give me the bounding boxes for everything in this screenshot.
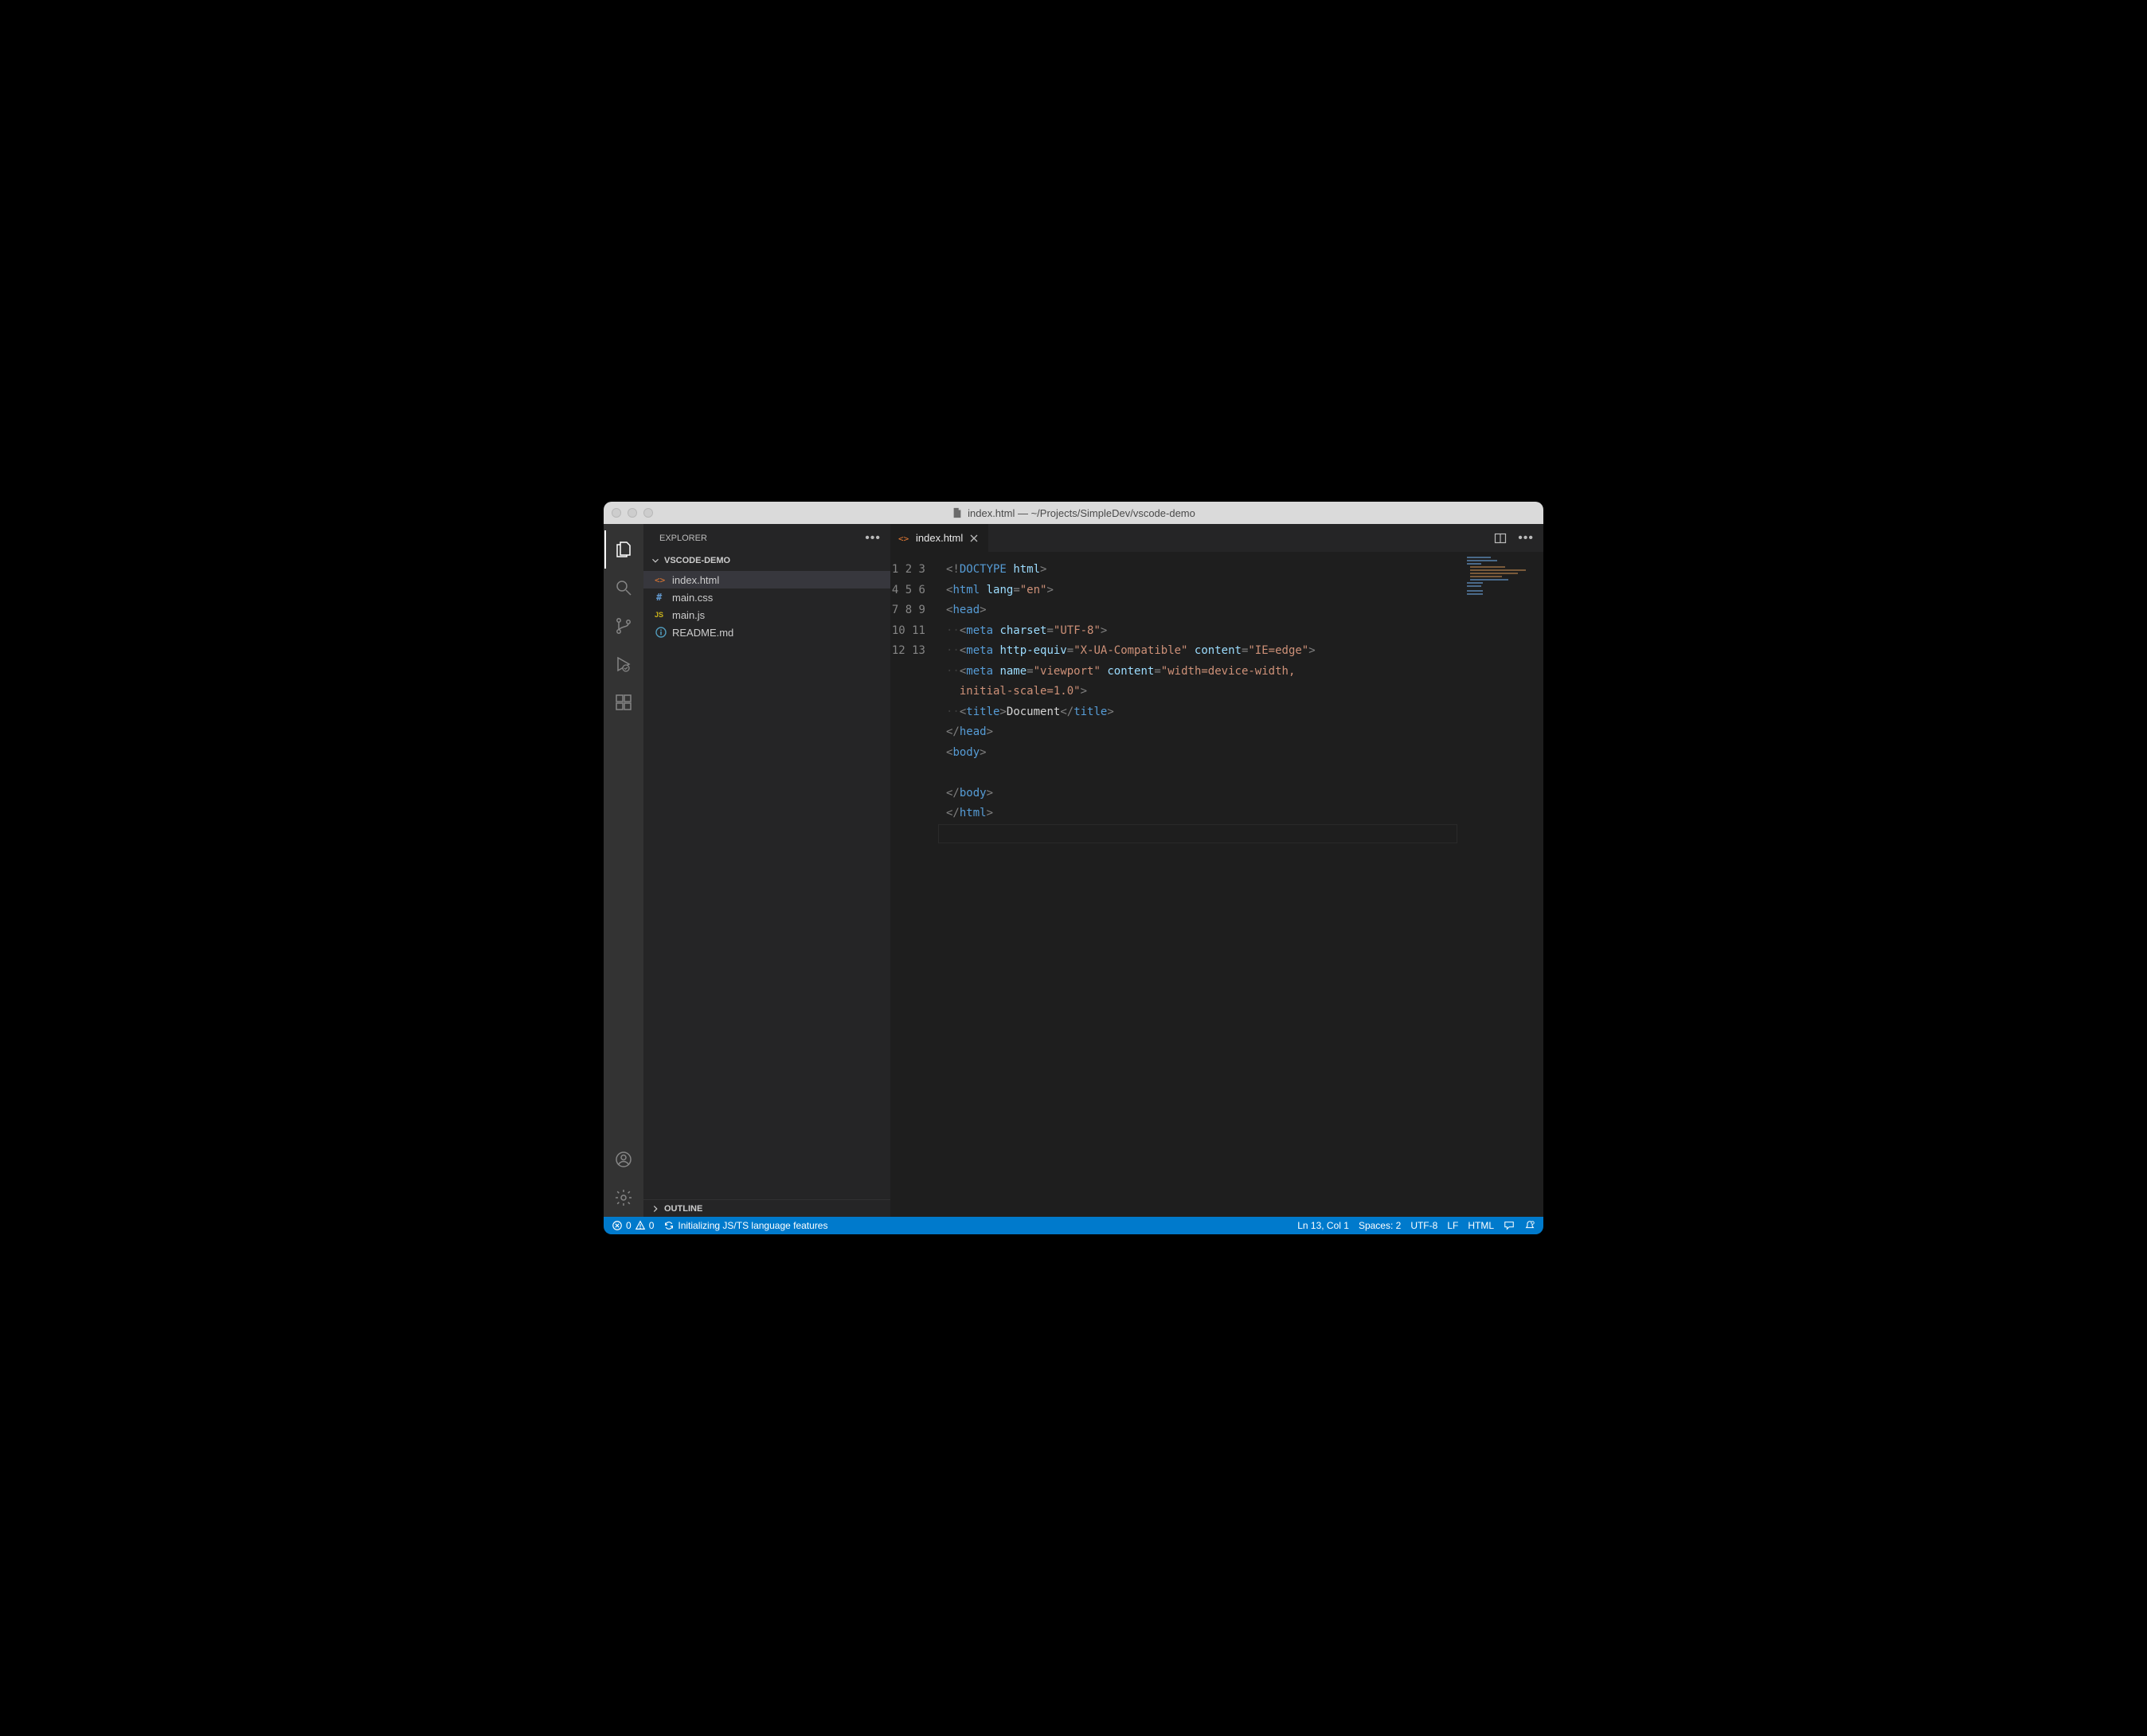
traffic-lights xyxy=(612,508,653,518)
editor-more-icon[interactable]: ••• xyxy=(1518,531,1534,545)
sync-icon xyxy=(663,1220,675,1231)
status-cursor[interactable]: Ln 13, Col 1 xyxy=(1297,1220,1349,1231)
status-encoding[interactable]: UTF-8 xyxy=(1410,1220,1437,1231)
css-file-icon: # xyxy=(655,591,667,604)
status-eol[interactable]: LF xyxy=(1447,1220,1458,1231)
activity-search[interactable] xyxy=(604,569,643,607)
sidebar-title: EXPLORER xyxy=(659,534,707,543)
folder-header[interactable]: VSCODE-DEMO xyxy=(643,552,890,569)
svg-text:#: # xyxy=(656,592,663,603)
warning-icon xyxy=(635,1220,646,1231)
activity-source-control[interactable] xyxy=(604,607,643,645)
file-item-index-html[interactable]: <> index.html xyxy=(643,571,890,588)
outline-section[interactable]: OUTLINE xyxy=(643,1199,890,1217)
file-label: README.md xyxy=(672,627,733,639)
activity-bar xyxy=(604,524,643,1217)
titlebar: index.html — ~/Projects/SimpleDev/vscode… xyxy=(604,502,1543,524)
status-sync-text: Initializing JS/TS language features xyxy=(678,1220,827,1231)
file-list: <> index.html # main.css JS main.js README.md xyxy=(643,569,890,643)
activity-explorer[interactable] xyxy=(604,530,643,569)
activity-extensions[interactable] xyxy=(604,683,643,721)
error-icon xyxy=(612,1220,623,1231)
search-icon xyxy=(614,578,633,597)
outline-label: OUTLINE xyxy=(664,1204,702,1214)
gear-icon xyxy=(614,1188,633,1207)
file-item-README-md[interactable]: README.md xyxy=(643,624,890,641)
tab-close-icon[interactable] xyxy=(968,532,980,545)
sidebar-more-icon[interactable]: ••• xyxy=(865,531,881,545)
status-bell[interactable] xyxy=(1524,1220,1535,1231)
file-item-main-css[interactable]: # main.css xyxy=(643,588,890,606)
editor-actions: ••• xyxy=(1484,524,1543,552)
activity-accounts[interactable] xyxy=(604,1140,643,1179)
split-editor-icon[interactable] xyxy=(1494,532,1507,545)
svg-text:<>: <> xyxy=(898,534,909,544)
code-content[interactable]: <!DOCTYPE html> <html lang="en"> <head> … xyxy=(938,552,1543,1217)
tab-label: index.html xyxy=(916,532,963,544)
status-feedback[interactable] xyxy=(1504,1220,1515,1231)
explorer-sidebar: EXPLORER ••• VSCODE-DEMO <> index.html # ma… xyxy=(643,524,890,1217)
activity-settings[interactable] xyxy=(604,1179,643,1217)
run-icon xyxy=(614,655,633,674)
editor-area: <> index.html ••• 1 2 3 4 5 6 7 8 9 10 1… xyxy=(890,524,1543,1217)
status-bar: 0 0 Initializing JS/TS language features… xyxy=(604,1217,1543,1234)
js-file-icon: JS xyxy=(655,608,667,621)
traffic-close[interactable] xyxy=(612,508,621,518)
svg-text:JS: JS xyxy=(655,611,663,619)
html-file-icon: <> xyxy=(898,532,911,545)
window-title: index.html — ~/Projects/SimpleDev/vscode… xyxy=(604,507,1543,519)
status-warnings: 0 xyxy=(649,1220,655,1231)
editor-body[interactable]: 1 2 3 4 5 6 7 8 9 10 11 12 13 <!DOCTYPE … xyxy=(890,552,1543,1217)
status-language[interactable]: HTML xyxy=(1468,1220,1494,1231)
tab-index-html[interactable]: <> index.html xyxy=(890,524,989,552)
traffic-minimize[interactable] xyxy=(628,508,637,518)
traffic-zoom[interactable] xyxy=(643,508,653,518)
chevron-right-icon xyxy=(650,1203,661,1214)
status-language-init[interactable]: Initializing JS/TS language features xyxy=(663,1220,827,1231)
bell-icon xyxy=(1524,1220,1535,1231)
sidebar-header: EXPLORER ••• xyxy=(643,524,890,552)
status-problems[interactable]: 0 0 xyxy=(612,1220,654,1231)
line-gutter: 1 2 3 4 5 6 7 8 9 10 11 12 13 xyxy=(890,552,938,1217)
chevron-down-icon xyxy=(650,555,661,566)
file-icon xyxy=(952,507,963,518)
status-errors: 0 xyxy=(626,1220,632,1231)
svg-text:<>: <> xyxy=(655,575,666,585)
html-file-icon: <> xyxy=(655,573,667,586)
status-spaces[interactable]: Spaces: 2 xyxy=(1359,1220,1401,1231)
files-icon xyxy=(614,540,633,559)
extensions-icon xyxy=(614,693,633,712)
file-item-main-js[interactable]: JS main.js xyxy=(643,606,890,624)
tab-bar: <> index.html ••• xyxy=(890,524,1543,552)
file-label: index.html xyxy=(672,574,719,586)
branch-icon xyxy=(614,616,633,635)
account-icon xyxy=(614,1150,633,1169)
activity-run[interactable] xyxy=(604,645,643,683)
feedback-icon xyxy=(1504,1220,1515,1231)
file-label: main.js xyxy=(672,609,705,621)
md-file-icon xyxy=(655,626,667,639)
folder-name: VSCODE-DEMO xyxy=(664,556,730,565)
vscode-window: index.html — ~/Projects/SimpleDev/vscode… xyxy=(604,502,1543,1234)
file-label: main.css xyxy=(672,592,713,604)
current-line-highlight xyxy=(938,824,1457,843)
